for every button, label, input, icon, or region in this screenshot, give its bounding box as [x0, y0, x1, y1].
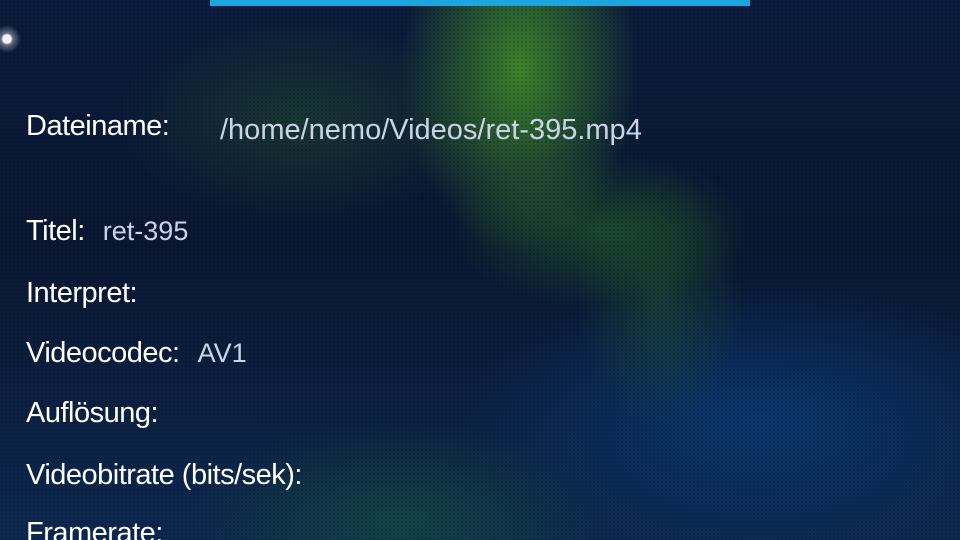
artist-row: Interpret:: [26, 277, 155, 310]
filename-value: /home/nemo/Videos/ret-395.mp4: [220, 114, 642, 146]
glow-sparkle-icon: [0, 24, 22, 54]
videobitrate-row: Videobitrate (bits/sek):: [26, 459, 320, 492]
videocodec-label: Videocodec:: [26, 337, 180, 369]
videobitrate-label: Videobitrate (bits/sek):: [26, 459, 303, 491]
framerate-label: Framerate:: [26, 517, 163, 540]
resolution-label: Auflösung:: [26, 397, 159, 429]
filename-row: Dateiname:: [26, 110, 170, 143]
filename-label: Dateiname:: [26, 110, 170, 142]
videocodec-row: Videocodec: AV1: [26, 337, 247, 370]
resolution-row: Auflösung:: [26, 397, 176, 430]
videocodec-value: AV1: [197, 338, 247, 368]
pulley-menu-indicator[interactable]: [210, 0, 750, 6]
artist-label: Interpret:: [26, 277, 138, 309]
title-value: ret-395: [102, 216, 189, 246]
title-row: Titel: ret-395: [26, 215, 188, 248]
framerate-row: Framerate:: [26, 500, 181, 540]
title-label: Titel:: [26, 215, 85, 247]
